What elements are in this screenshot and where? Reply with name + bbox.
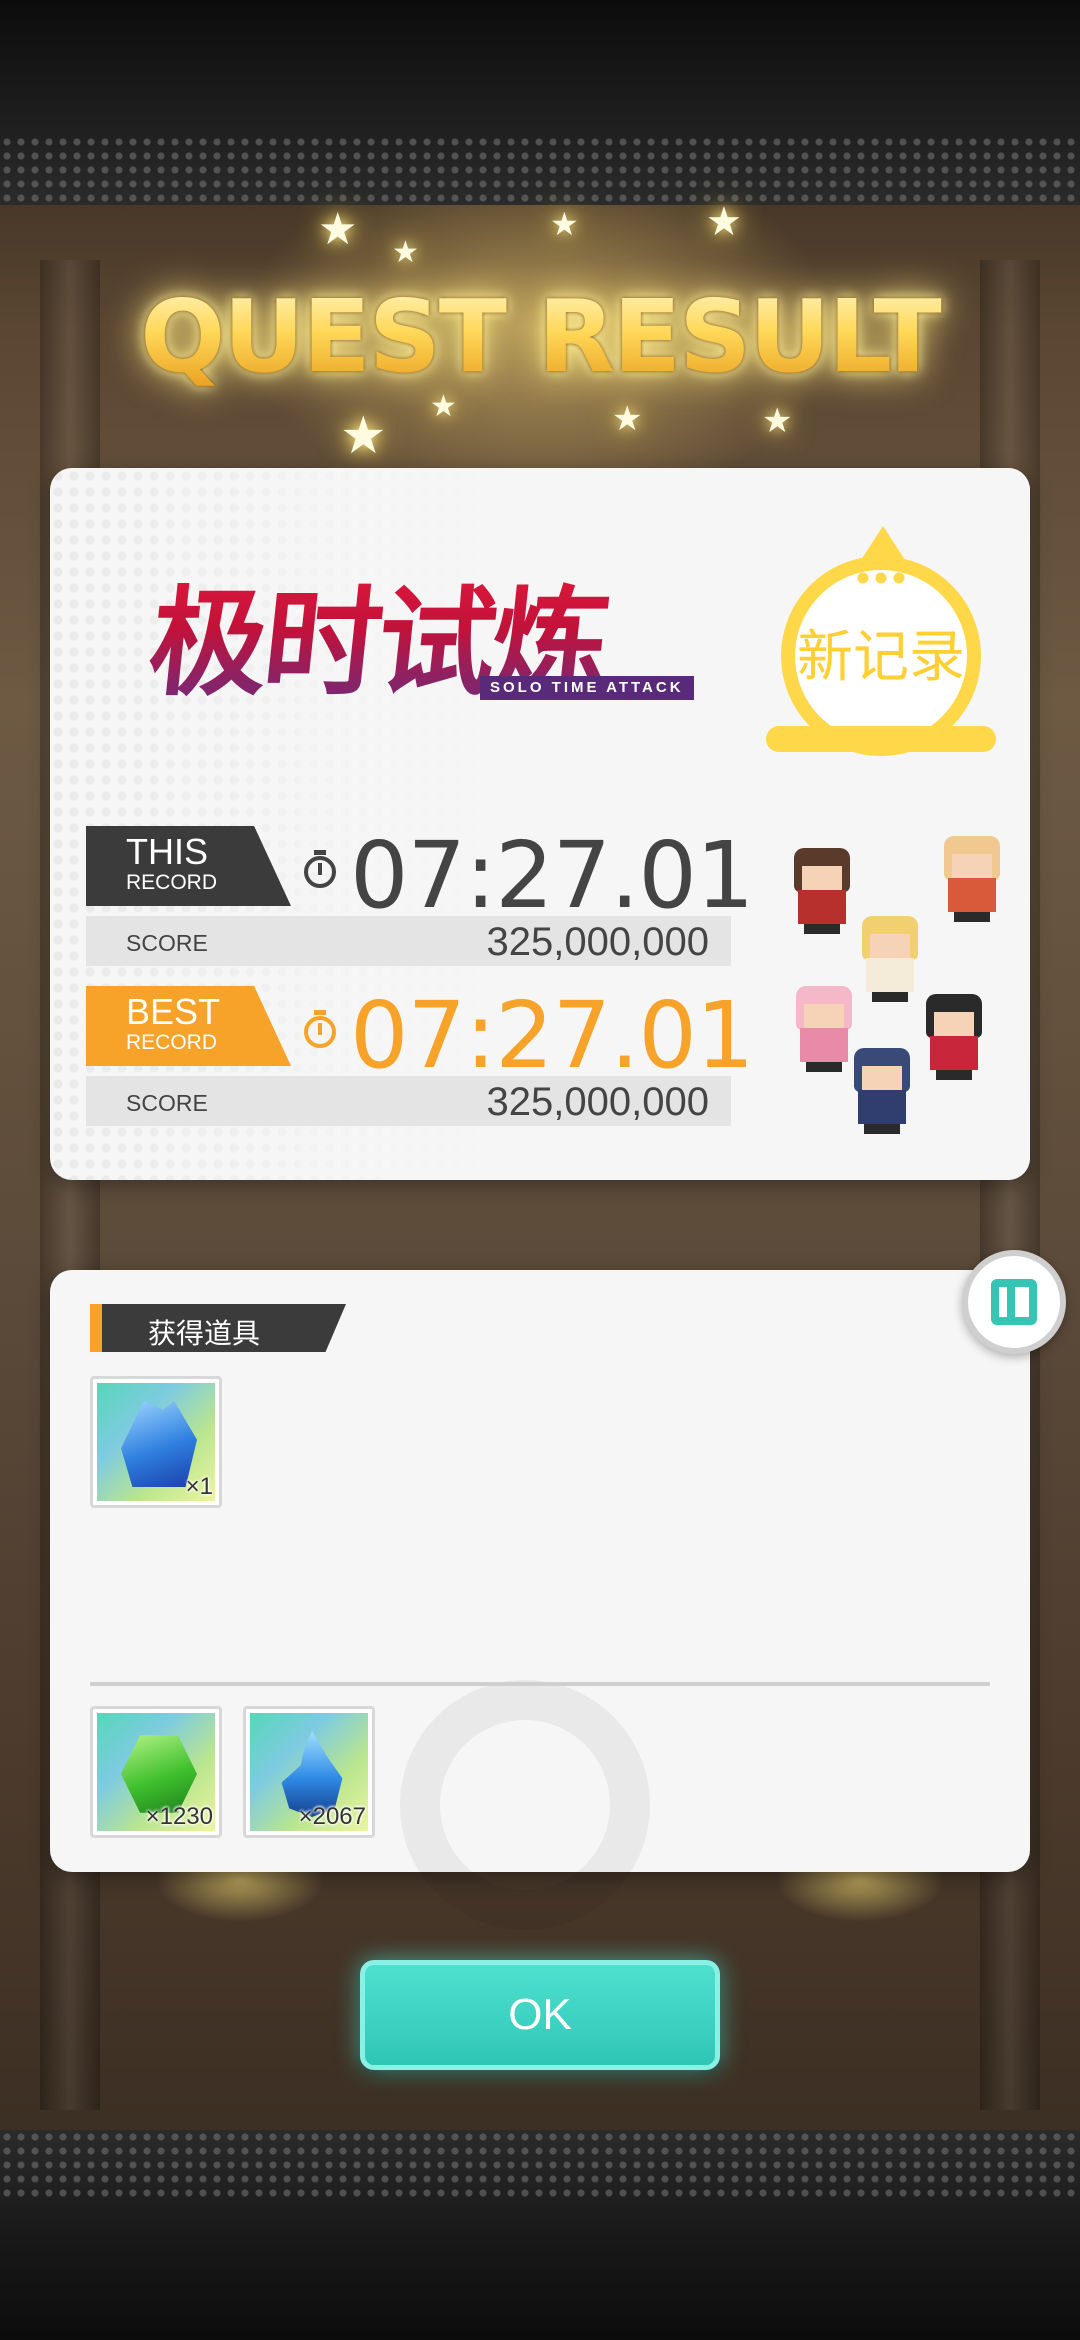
- this-record-tag-bottom: RECORD: [126, 871, 218, 894]
- stopwatch-icon: [304, 1010, 338, 1048]
- stopwatch-icon: [304, 850, 338, 888]
- party-character-sprite: [930, 828, 1014, 924]
- reward-item-slot[interactable]: ×1: [90, 1376, 222, 1508]
- ok-button[interactable]: OK: [360, 1960, 720, 2070]
- record-panel: 极时试炼 SOLO TIME ATTACK 新记录 THIS RECORD 07…: [50, 468, 1030, 1180]
- currency-item-slot[interactable]: ×1230: [90, 1706, 222, 1838]
- view-toggle-button[interactable]: [962, 1250, 1066, 1354]
- item-quantity: ×1230: [145, 1803, 213, 1830]
- best-score-label: SCORE: [126, 1090, 208, 1116]
- badge-dots: [854, 572, 908, 584]
- best-record-tag-bottom: RECORD: [126, 1031, 218, 1054]
- this-score-label: SCORE: [126, 930, 208, 956]
- obtained-items-title: 获得道具: [148, 1317, 261, 1350]
- this-score-value: 325,000,000: [486, 920, 709, 964]
- best-record-time: 07:27.01: [350, 982, 754, 1089]
- currency-item-slot[interactable]: ×2067: [243, 1706, 375, 1838]
- item-quantity: ×2067: [298, 1803, 366, 1830]
- party-character-sprite: [912, 986, 996, 1082]
- quest-result-title: QUEST RESULT: [0, 278, 1080, 395]
- new-record-badge: 新记录: [766, 526, 996, 766]
- sparkle-star-icon: ★: [762, 402, 793, 440]
- new-record-label: 新记录: [797, 625, 965, 690]
- item-quantity: ×1: [185, 1473, 213, 1500]
- bottom-frame-band: [0, 2130, 1080, 2340]
- sparkle-star-icon: ★: [430, 390, 457, 423]
- sparkle-star-icon: ★: [318, 205, 358, 254]
- sparkle-star-icon: ★: [340, 407, 387, 465]
- watermark-emblem: [400, 1680, 650, 1930]
- event-logo: 极时试炼 SOLO TIME ATTACK: [143, 568, 710, 728]
- badge-crown: [861, 526, 905, 560]
- obtained-items-header: 获得道具: [90, 1304, 346, 1352]
- header-accent: [90, 1304, 102, 1352]
- best-score-row: SCORE 325,000,000: [86, 1076, 731, 1126]
- badge-bar: [766, 726, 996, 752]
- items-panel: 获得道具 ×1 ×1230 ×2067: [50, 1270, 1030, 1930]
- sparkle-star-icon: ★: [392, 236, 419, 269]
- event-subtitle: SOLO TIME ATTACK: [480, 676, 694, 700]
- this-score-row: SCORE 325,000,000: [86, 916, 731, 966]
- cube-view-icon: [991, 1279, 1037, 1325]
- top-frame-band: [0, 0, 1080, 205]
- party-character-sprite: [840, 1040, 924, 1136]
- this-record-time: 07:27.01: [350, 822, 754, 929]
- sparkle-star-icon: ★: [612, 400, 643, 438]
- best-score-value: 325,000,000: [486, 1080, 709, 1124]
- section-divider: [90, 1682, 990, 1686]
- sparkle-star-icon: ★: [550, 206, 579, 242]
- sparkle-star-icon: ★: [706, 200, 742, 244]
